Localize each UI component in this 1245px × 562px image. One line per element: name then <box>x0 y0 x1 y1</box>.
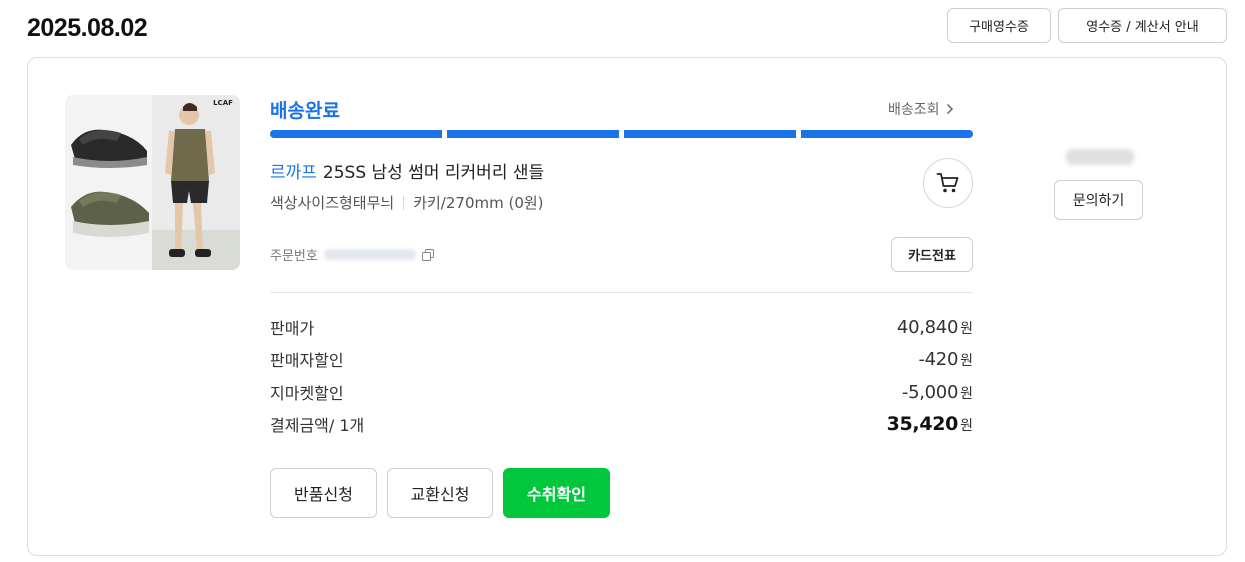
price-label: 결제금액/ 1개 <box>270 416 365 435</box>
chevron-right-icon <box>946 103 953 115</box>
price-row-total: 결제금액/ 1개 35,420 원 <box>270 412 973 436</box>
price-value: 40,840 <box>896 316 959 338</box>
option-label: 색상사이즈형태무늬 <box>270 194 395 212</box>
option-divider <box>403 195 405 210</box>
progress-segment <box>624 130 796 138</box>
price-unit: 원 <box>960 352 973 369</box>
confirm-receipt-button[interactable]: 수취확인 <box>503 468 610 518</box>
product-image[interactable]: LCAF <box>65 95 240 270</box>
progress-segment <box>270 130 442 138</box>
price-value: -5,000 <box>901 381 959 403</box>
track-delivery-label: 배송조회 <box>888 102 940 118</box>
product-brand: 르까프 <box>270 163 317 183</box>
product-name[interactable]: 르까프 25SS 남성 썸머 리커버리 샌들 <box>270 158 544 183</box>
card-slip-button[interactable]: 카드전표 <box>891 237 973 272</box>
price-value: -420 <box>918 348 959 370</box>
price-unit: 원 <box>960 418 973 434</box>
receipt-guide-button[interactable]: 영수증 / 계산서 안내 <box>1058 8 1227 43</box>
price-row-sale: 판매가 40,840 원 <box>270 315 973 339</box>
purchase-receipt-button[interactable]: 구매영수증 <box>947 8 1051 43</box>
price-value: 35,420 <box>886 413 959 435</box>
price-unit: 원 <box>960 320 973 337</box>
product-title: 25SS 남성 썸머 리커버리 샌들 <box>322 163 545 183</box>
price-row-seller-discount: 판매자할인 -420 원 <box>270 347 973 371</box>
seller-name-blurred <box>1066 149 1134 165</box>
price-label: 판매가 <box>270 319 315 338</box>
product-option: 색상사이즈형태무늬 카키/270mm (0원) <box>270 192 544 213</box>
track-delivery-link[interactable]: 배송조회 <box>888 99 954 119</box>
section-divider <box>270 292 973 293</box>
brand-logo: LCAF <box>213 99 233 107</box>
add-to-cart-button[interactable] <box>923 158 973 208</box>
progress-segment <box>801 130 973 138</box>
inquiry-button[interactable]: 문의하기 <box>1054 180 1143 220</box>
order-number: 주문번호 <box>270 245 434 264</box>
price-label: 지마켓할인 <box>270 384 344 403</box>
exchange-request-button[interactable]: 교환신청 <box>387 468 493 518</box>
cart-icon <box>936 173 959 193</box>
return-request-button[interactable]: 반품신청 <box>270 468 377 518</box>
option-value: 카키/270mm (0원) <box>413 194 544 212</box>
price-unit: 원 <box>960 385 973 402</box>
order-number-value-blurred <box>323 249 416 260</box>
order-date: 2025.08.02 <box>27 14 148 42</box>
price-label: 판매자할인 <box>270 351 344 370</box>
price-row-gmarket-discount: 지마켓할인 -5,000 원 <box>270 380 973 404</box>
progress-segment <box>447 130 619 138</box>
copy-icon[interactable] <box>421 248 434 261</box>
delivery-progress-bar <box>270 130 973 138</box>
order-number-label: 주문번호 <box>270 249 318 264</box>
delivery-status: 배송완료 <box>270 100 340 122</box>
